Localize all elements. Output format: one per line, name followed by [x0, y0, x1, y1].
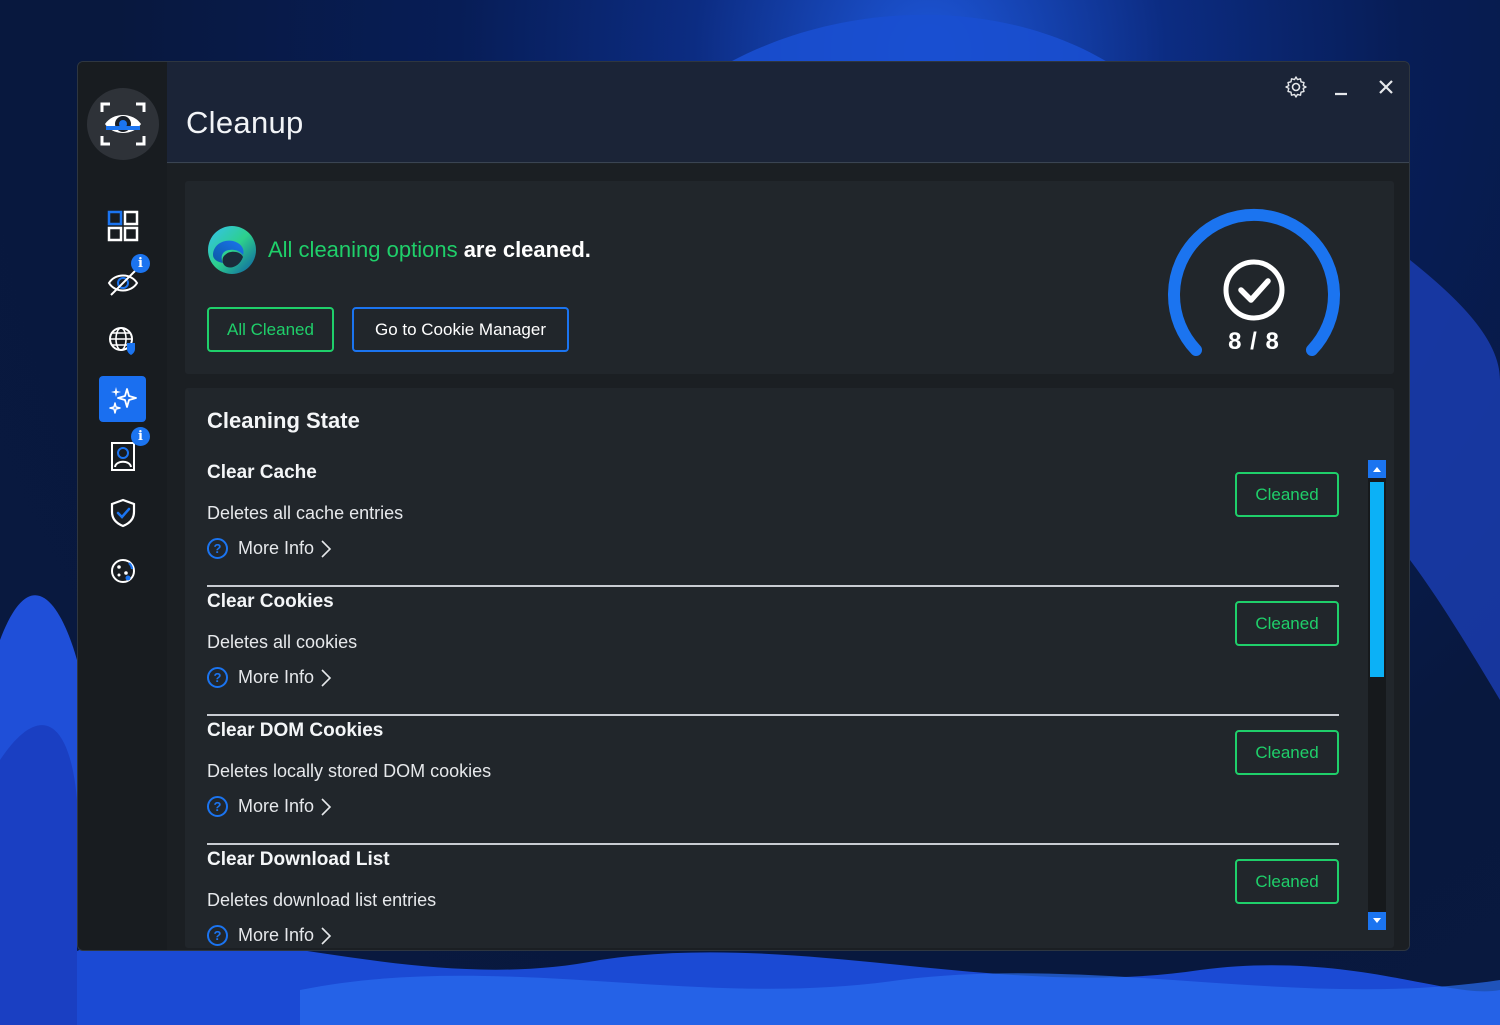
cleaned-status-button[interactable]: Cleaned — [1235, 859, 1339, 904]
status-highlight: All cleaning options — [268, 237, 458, 262]
list-item: Clear Cookies Deletes all cookies ? More… — [207, 587, 1339, 716]
close-button[interactable] — [1371, 72, 1401, 102]
cleaning-progress-gauge: 8 / 8 — [1164, 200, 1344, 360]
sidebar-item-report[interactable]: i — [99, 427, 150, 479]
cleaned-status-button[interactable]: Cleaned — [1235, 730, 1339, 775]
item-description: Deletes download list entries — [207, 890, 437, 910]
info-badge: i — [131, 254, 150, 273]
sidebar: i i — [78, 62, 167, 950]
minimize-icon — [1335, 92, 1347, 96]
cookie-manager-button[interactable]: Go to Cookie Manager — [352, 307, 569, 352]
caret-up-icon — [1373, 467, 1381, 472]
item-title: Clear DOM Cookies — [207, 720, 384, 741]
list-item: Clear Cache Deletes all cache entries ? … — [207, 458, 1339, 587]
item-description: Deletes all cache entries — [207, 503, 404, 523]
status-card: All cleaning options are cleaned. All Cl… — [185, 181, 1394, 374]
status-text: are cleaned. — [457, 237, 591, 262]
item-title: Clear Cache — [207, 462, 317, 483]
eye-scan-icon — [100, 102, 146, 146]
app-logo — [87, 88, 159, 160]
app-window: i i Cleanup All cleaning options are cle… — [77, 61, 1410, 951]
globe-shield-icon — [108, 327, 135, 355]
help-icon: ? — [207, 925, 228, 946]
sidebar-item-web-protection[interactable] — [99, 318, 146, 364]
cookie-icon — [110, 559, 135, 583]
progress-count: 8 / 8 — [1228, 328, 1280, 355]
more-info-label: More Info — [238, 796, 315, 816]
cleaning-list: Clear Cache Deletes all cache entries ? … — [207, 458, 1339, 948]
scroll-thumb[interactable] — [1370, 482, 1384, 677]
all-cleaned-button[interactable]: All Cleaned — [207, 307, 334, 352]
close-icon — [1379, 80, 1393, 94]
more-info-link[interactable]: ? More Info — [207, 925, 332, 946]
sidebar-item-security[interactable] — [99, 490, 146, 536]
list-item: Clear DOM Cookies Deletes locally stored… — [207, 716, 1339, 845]
sidebar-item-dashboard[interactable] — [99, 203, 146, 249]
status-message: All cleaning options are cleaned. — [268, 237, 591, 263]
chevron-right-icon — [321, 539, 332, 558]
minimize-button[interactable] — [1326, 72, 1356, 102]
item-description: Deletes all cookies — [207, 632, 358, 652]
help-icon: ? — [207, 667, 228, 688]
sidebar-item-tracking[interactable]: i — [99, 254, 150, 306]
chevron-right-icon — [321, 926, 332, 945]
section-title: Cleaning State — [207, 408, 360, 433]
list-item: Clear Download List Deletes download lis… — [207, 845, 1339, 948]
page-title: Cleanup — [186, 105, 304, 140]
help-icon: ? — [207, 538, 228, 559]
item-title: Clear Download List — [207, 849, 390, 870]
sparkles-icon — [108, 387, 137, 414]
sidebar-item-cookies[interactable] — [99, 548, 146, 594]
scroll-up-button[interactable] — [1368, 460, 1386, 478]
more-info-label: More Info — [238, 538, 315, 558]
settings-button[interactable] — [1281, 72, 1311, 102]
scrollbar[interactable] — [1368, 460, 1386, 930]
item-description: Deletes locally stored DOM cookies — [207, 761, 492, 781]
header: Cleanup — [167, 62, 1409, 163]
edge-browser-icon — [207, 225, 257, 275]
chevron-right-icon — [321, 797, 332, 816]
more-info-link[interactable]: ? More Info — [207, 667, 332, 688]
caret-down-icon — [1373, 918, 1381, 923]
cleaned-status-button[interactable]: Cleaned — [1235, 601, 1339, 646]
info-badge: i — [131, 427, 150, 446]
check-circle-icon — [1223, 259, 1285, 321]
grid-icon — [107, 210, 138, 242]
main-content: All cleaning options are cleaned. All Cl… — [167, 164, 1409, 950]
more-info-label: More Info — [238, 925, 315, 945]
document-person-icon — [110, 442, 135, 471]
item-title: Clear Cookies — [207, 591, 334, 612]
more-info-link[interactable]: ? More Info — [207, 538, 332, 559]
eye-slash-icon — [107, 270, 138, 296]
help-icon: ? — [207, 796, 228, 817]
settings-icon — [1285, 76, 1307, 98]
cleaning-state-card: Cleaning State Clear Cache Deletes all c… — [185, 388, 1394, 948]
sidebar-item-cleanup[interactable] — [99, 376, 146, 422]
cleaned-status-button[interactable]: Cleaned — [1235, 472, 1339, 517]
more-info-label: More Info — [238, 667, 315, 687]
chevron-right-icon — [321, 668, 332, 687]
scroll-down-button[interactable] — [1368, 912, 1386, 930]
shield-check-icon — [110, 498, 135, 528]
more-info-link[interactable]: ? More Info — [207, 796, 332, 817]
